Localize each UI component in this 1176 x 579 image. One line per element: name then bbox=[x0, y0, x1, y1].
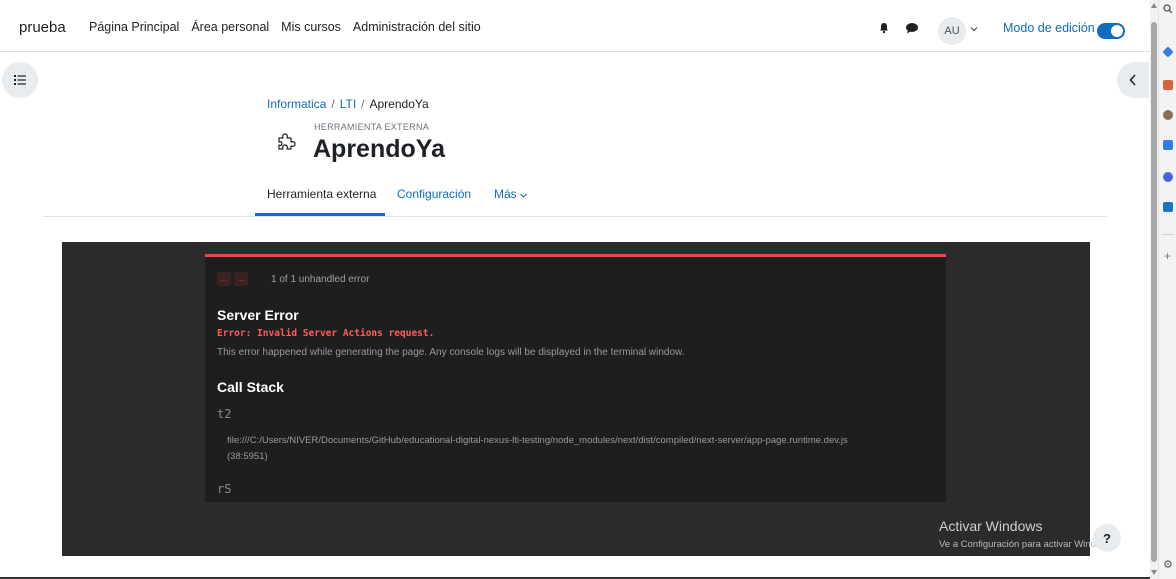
breadcrumb-item-current: AprendoYa bbox=[369, 97, 429, 111]
copilot-icon[interactable] bbox=[1162, 46, 1174, 58]
lti-iframe[interactable]: ← → 1 of 1 unhandled error Server Error … bbox=[62, 242, 1090, 556]
shopping-icon[interactable] bbox=[1163, 80, 1173, 90]
chevron-down-icon bbox=[520, 193, 527, 198]
tab-settings[interactable]: Configuración bbox=[397, 187, 471, 201]
chat-icon[interactable] bbox=[905, 22, 919, 34]
error-title: Server Error bbox=[217, 307, 299, 323]
nav-link-home[interactable]: Página Principal bbox=[89, 20, 179, 34]
windows-watermark-title: Activar Windows bbox=[939, 518, 1043, 534]
nav-link-dashboard[interactable]: Área personal bbox=[191, 20, 269, 34]
page-scrollbar[interactable] bbox=[1150, 0, 1158, 579]
list-icon bbox=[14, 75, 26, 85]
edit-mode-toggle[interactable] bbox=[1097, 23, 1125, 39]
error-message: Error: Invalid Server Actions request. bbox=[217, 328, 435, 339]
chevron-left-icon bbox=[1129, 74, 1136, 86]
help-icon: ? bbox=[1103, 530, 1111, 546]
help-button[interactable]: ? bbox=[1093, 524, 1121, 552]
stack-frame-name[interactable]: t2 bbox=[217, 407, 231, 421]
error-count: 1 of 1 unhandled error bbox=[271, 274, 370, 285]
browser-sidebar: + ⚙ bbox=[1158, 0, 1176, 579]
page-title: AprendoYa bbox=[313, 135, 445, 163]
breadcrumb-item-course[interactable]: Informatica bbox=[267, 97, 326, 111]
puzzle-icon bbox=[278, 133, 296, 150]
send-icon[interactable] bbox=[1163, 140, 1173, 150]
site-brand[interactable]: prueba bbox=[19, 19, 66, 36]
error-description: This error happened while generating the… bbox=[217, 347, 685, 358]
people-icon[interactable] bbox=[1163, 110, 1173, 120]
call-stack-title: Call Stack bbox=[217, 379, 284, 395]
scroll-up-icon[interactable] bbox=[1151, 3, 1157, 8]
scroll-thumb[interactable] bbox=[1151, 22, 1157, 562]
breadcrumb-separator: / bbox=[331, 97, 335, 111]
toggle-knob bbox=[1111, 25, 1123, 37]
arrow-right-icon[interactable]: → bbox=[234, 272, 248, 286]
nav-link-site-admin[interactable]: Administración del sitio bbox=[353, 20, 481, 34]
course-index-drawer-button[interactable] bbox=[2, 62, 38, 98]
bell-icon[interactable] bbox=[878, 22, 890, 34]
block-drawer-button[interactable] bbox=[1117, 62, 1149, 98]
edit-mode-label: Modo de edición bbox=[1003, 21, 1095, 35]
stack-frame-path: file:///C:/Users/NIVER/Documents/GitHub/… bbox=[227, 435, 848, 462]
avatar-initials: AU bbox=[944, 25, 960, 37]
primary-nav: Página Principal Área personal Mis curso… bbox=[89, 20, 481, 34]
outlook-icon[interactable] bbox=[1163, 202, 1173, 212]
tab-external-tool[interactable]: Herramienta externa bbox=[267, 187, 376, 201]
stack-frame-name[interactable]: rS bbox=[217, 482, 231, 496]
breadcrumb: Informatica / LTI / AprendoYa bbox=[267, 97, 429, 111]
activity-type-label: HERRAMIENTA EXTERNA bbox=[314, 122, 430, 132]
top-navbar: prueba Página Principal Área personal Mi… bbox=[0, 0, 1150, 52]
error-pagination: ← → bbox=[217, 272, 248, 286]
search-icon[interactable] bbox=[1163, 4, 1173, 14]
breadcrumb-separator: / bbox=[361, 97, 365, 111]
add-icon[interactable]: + bbox=[1164, 249, 1171, 263]
tab-more-label: Más bbox=[494, 187, 517, 201]
tab-more[interactable]: Más bbox=[494, 187, 527, 201]
sidebar-divider bbox=[1162, 234, 1174, 235]
error-overlay: ← → 1 of 1 unhandled error Server Error … bbox=[205, 254, 946, 502]
nav-link-my-courses[interactable]: Mis cursos bbox=[281, 20, 341, 34]
breadcrumb-item-section[interactable]: LTI bbox=[340, 97, 356, 111]
gear-icon[interactable]: ⚙ bbox=[1163, 558, 1173, 571]
chevron-down-icon[interactable] bbox=[970, 25, 978, 33]
arrow-left-icon[interactable]: ← bbox=[217, 272, 231, 286]
tabs-divider bbox=[43, 216, 1107, 217]
games-icon[interactable] bbox=[1163, 172, 1173, 182]
scroll-down-icon[interactable] bbox=[1151, 570, 1157, 575]
user-avatar[interactable]: AU bbox=[938, 17, 966, 45]
